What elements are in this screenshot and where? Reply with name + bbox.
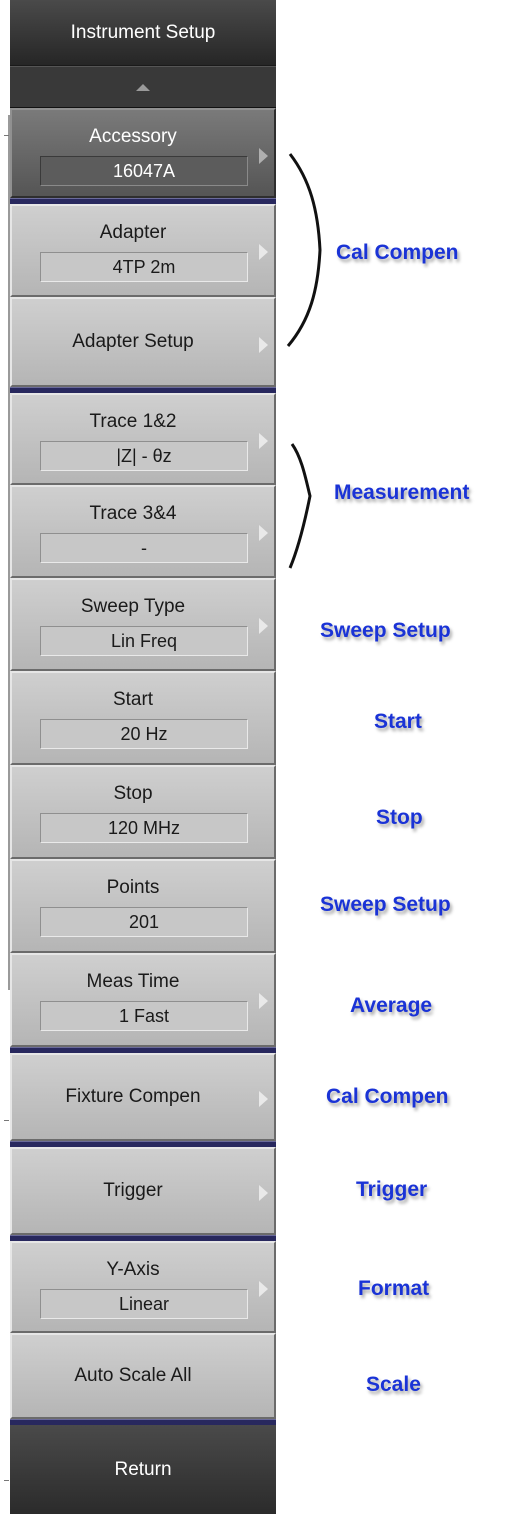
adapter-softkey[interactable]: Adapter 4TP 2m [10, 204, 276, 297]
return-button[interactable]: Return [10, 1425, 276, 1514]
cal-compen-brace-icon [286, 153, 322, 347]
softkey-label: Trace 3&4 [89, 503, 177, 524]
softkey-label: Adapter [99, 222, 167, 243]
y-axis-softkey[interactable]: Y-Axis Linear [10, 1241, 276, 1333]
annotation-y-axis: Format [358, 1277, 430, 1300]
scroll-up-button[interactable] [10, 66, 276, 108]
softkey-value: |Z| - θz [40, 441, 248, 471]
submenu-arrow-icon [259, 1091, 268, 1107]
annotation-start: Start [374, 710, 422, 733]
softkey-value: Linear [40, 1289, 248, 1319]
softkey-label: Points [106, 877, 160, 898]
softkey-value: 4TP 2m [40, 252, 248, 282]
submenu-arrow-icon [259, 148, 268, 164]
annotation-meas-time: Average [350, 994, 433, 1017]
softkey-label: Auto Scale All [74, 1365, 192, 1386]
submenu-arrow-icon [259, 1185, 268, 1201]
annotation-points: Sweep Setup [320, 893, 451, 916]
softkey-value: 120 MHz [40, 813, 248, 843]
softkey-label: Y-Axis [106, 1259, 160, 1280]
annotation-cal-compen-group: Cal Compen [336, 241, 459, 264]
softkey-label: Trigger [103, 1180, 163, 1201]
auto-scale-all-softkey[interactable]: Auto Scale All [10, 1333, 276, 1419]
edge-tick [4, 1120, 9, 1121]
softkey-label: Accessory [89, 126, 177, 147]
adapter-setup-softkey[interactable]: Adapter Setup [10, 297, 276, 387]
submenu-arrow-icon [259, 337, 268, 353]
softkey-value: 1 Fast [40, 1001, 248, 1031]
annotation-trigger: Trigger [356, 1178, 428, 1201]
softkey-label: Trace 1&2 [89, 411, 177, 432]
measurement-brace-icon [288, 443, 312, 569]
submenu-arrow-icon [259, 244, 268, 260]
softkey-menu-panel: Instrument Setup Accessory 16047A Adapte… [0, 0, 276, 1514]
softkey-label: Stop [113, 783, 153, 804]
trace-1-2-softkey[interactable]: Trace 1&2 |Z| - θz [10, 393, 276, 485]
triangle-up-icon [136, 83, 150, 91]
softkey-label: Meas Time [86, 971, 180, 992]
points-softkey[interactable]: Points 201 [10, 859, 276, 953]
accessory-softkey[interactable]: Accessory 16047A [10, 108, 276, 198]
start-softkey[interactable]: Start 20 Hz [10, 671, 276, 765]
trace-3-4-softkey[interactable]: Trace 3&4 - [10, 485, 276, 578]
softkey-value: - [40, 533, 248, 563]
softkey-value: 16047A [40, 156, 248, 186]
meas-time-softkey[interactable]: Meas Time 1 Fast [10, 953, 276, 1047]
fixture-compen-softkey[interactable]: Fixture Compen [10, 1053, 276, 1141]
submenu-arrow-icon [259, 618, 268, 634]
softkey-value: Lin Freq [40, 626, 248, 656]
softkey-value: 201 [40, 907, 248, 937]
annotation-stop: Stop [376, 806, 423, 829]
submenu-arrow-icon [259, 993, 268, 1009]
annotation-auto-scale: Scale [366, 1373, 421, 1396]
annotation-sweep-type: Sweep Setup [320, 619, 451, 642]
softkey-value: 20 Hz [40, 719, 248, 749]
annotation-fixture-compen: Cal Compen [326, 1085, 449, 1108]
softkey-label: Start [112, 689, 154, 710]
menu-title: Instrument Setup [10, 0, 276, 66]
edge-tick [4, 135, 9, 136]
submenu-arrow-icon [259, 433, 268, 449]
softkey-label: Fixture Compen [65, 1086, 201, 1107]
stop-softkey[interactable]: Stop 120 MHz [10, 765, 276, 859]
softkey-label: Adapter Setup [72, 331, 194, 352]
softkey-label: Sweep Type [80, 596, 186, 617]
sweep-type-softkey[interactable]: Sweep Type Lin Freq [10, 578, 276, 671]
submenu-arrow-icon [259, 1281, 268, 1297]
trigger-softkey[interactable]: Trigger [10, 1147, 276, 1235]
edge-tick [4, 1480, 9, 1481]
submenu-arrow-icon [259, 525, 268, 541]
annotation-measurement-group: Measurement [334, 481, 470, 504]
